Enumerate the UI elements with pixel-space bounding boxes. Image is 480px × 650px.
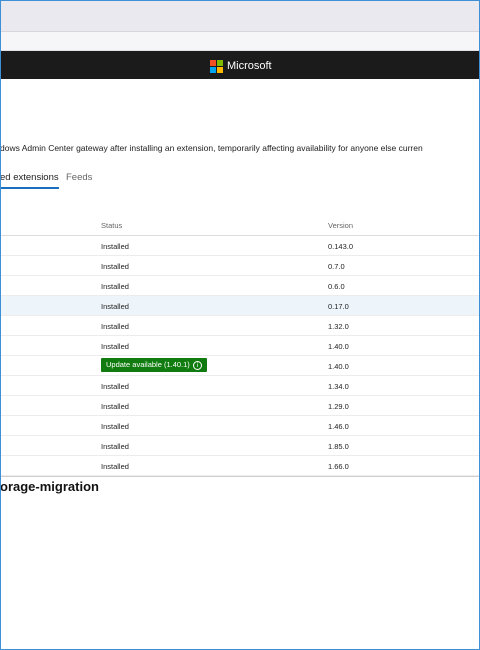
version-cell: 1.34.0 <box>328 382 349 391</box>
version-cell: 0.143.0 <box>328 242 354 251</box>
status-cell: Installed <box>101 262 129 271</box>
update-available-badge[interactable]: Update available (1.40.1) i <box>101 358 207 372</box>
extensions-table: Status Version Installed 0.143.0 Installed… <box>0 216 480 477</box>
extension-details-title: orage-migration <box>0 479 99 494</box>
version-cell: 1.32.0 <box>328 322 349 331</box>
table-row[interactable]: Installed 1.46.0 <box>0 416 480 436</box>
status-cell: Installed <box>101 282 129 291</box>
browser-tab-bar <box>0 0 480 32</box>
column-header-status[interactable]: Status <box>101 221 122 230</box>
extensions-description: dows Admin Center gateway after installi… <box>0 143 423 153</box>
tab-installed-extensions[interactable]: ed extensions <box>0 172 59 189</box>
microsoft-logo-icon <box>210 59 223 73</box>
tab-feeds[interactable]: Feeds <box>66 172 92 183</box>
status-cell: Installed <box>101 422 129 431</box>
status-cell: Installed <box>101 442 129 451</box>
version-cell: 0.7.0 <box>328 262 345 271</box>
status-cell: Installed <box>101 302 129 311</box>
table-row[interactable]: Installed 1.40.0 <box>0 336 480 356</box>
column-header-version[interactable]: Version <box>328 221 353 230</box>
table-row[interactable]: Installed 1.66.0 <box>0 456 480 476</box>
table-row[interactable]: Installed 0.6.0 <box>0 276 480 296</box>
table-row[interactable]: Installed 1.32.0 <box>0 316 480 336</box>
status-cell: Installed <box>101 462 129 471</box>
table-row[interactable]: Installed 0.143.0 <box>0 236 480 256</box>
version-cell: 0.6.0 <box>328 282 345 291</box>
status-cell: Installed <box>101 322 129 331</box>
status-cell: Installed <box>101 402 129 411</box>
info-icon: i <box>192 360 202 370</box>
version-cell: 1.66.0 <box>328 462 349 471</box>
version-cell: 1.40.0 <box>328 362 349 371</box>
table-row[interactable]: Installed 0.7.0 <box>0 256 480 276</box>
brand-label: Microsoft <box>227 60 272 72</box>
status-cell: Installed <box>101 242 129 251</box>
version-cell: 1.29.0 <box>328 402 349 411</box>
table-row[interactable]: Installed 1.34.0 <box>0 376 480 396</box>
table-row[interactable]: Installed 1.29.0 <box>0 396 480 416</box>
table-row[interactable]: Update available (1.40.1) i 1.40.0 <box>0 356 480 376</box>
status-cell: Installed <box>101 342 129 351</box>
version-cell: 0.17.0 <box>328 302 349 311</box>
status-cell: Installed <box>101 382 129 391</box>
version-cell: 1.40.0 <box>328 342 349 351</box>
app-header: Microsoft <box>0 51 480 79</box>
microsoft-brand[interactable]: Microsoft <box>210 59 272 73</box>
version-cell: 1.85.0 <box>328 442 349 451</box>
table-header: Status Version <box>0 216 480 236</box>
table-bottom-border <box>0 476 480 477</box>
browser-toolbar <box>0 32 480 51</box>
table-row[interactable]: Installed 1.85.0 <box>0 436 480 456</box>
update-badge-label: Update available (1.40.1) <box>106 360 190 369</box>
table-row[interactable]: Installed 0.17.0 <box>0 296 480 316</box>
version-cell: 1.46.0 <box>328 422 349 431</box>
